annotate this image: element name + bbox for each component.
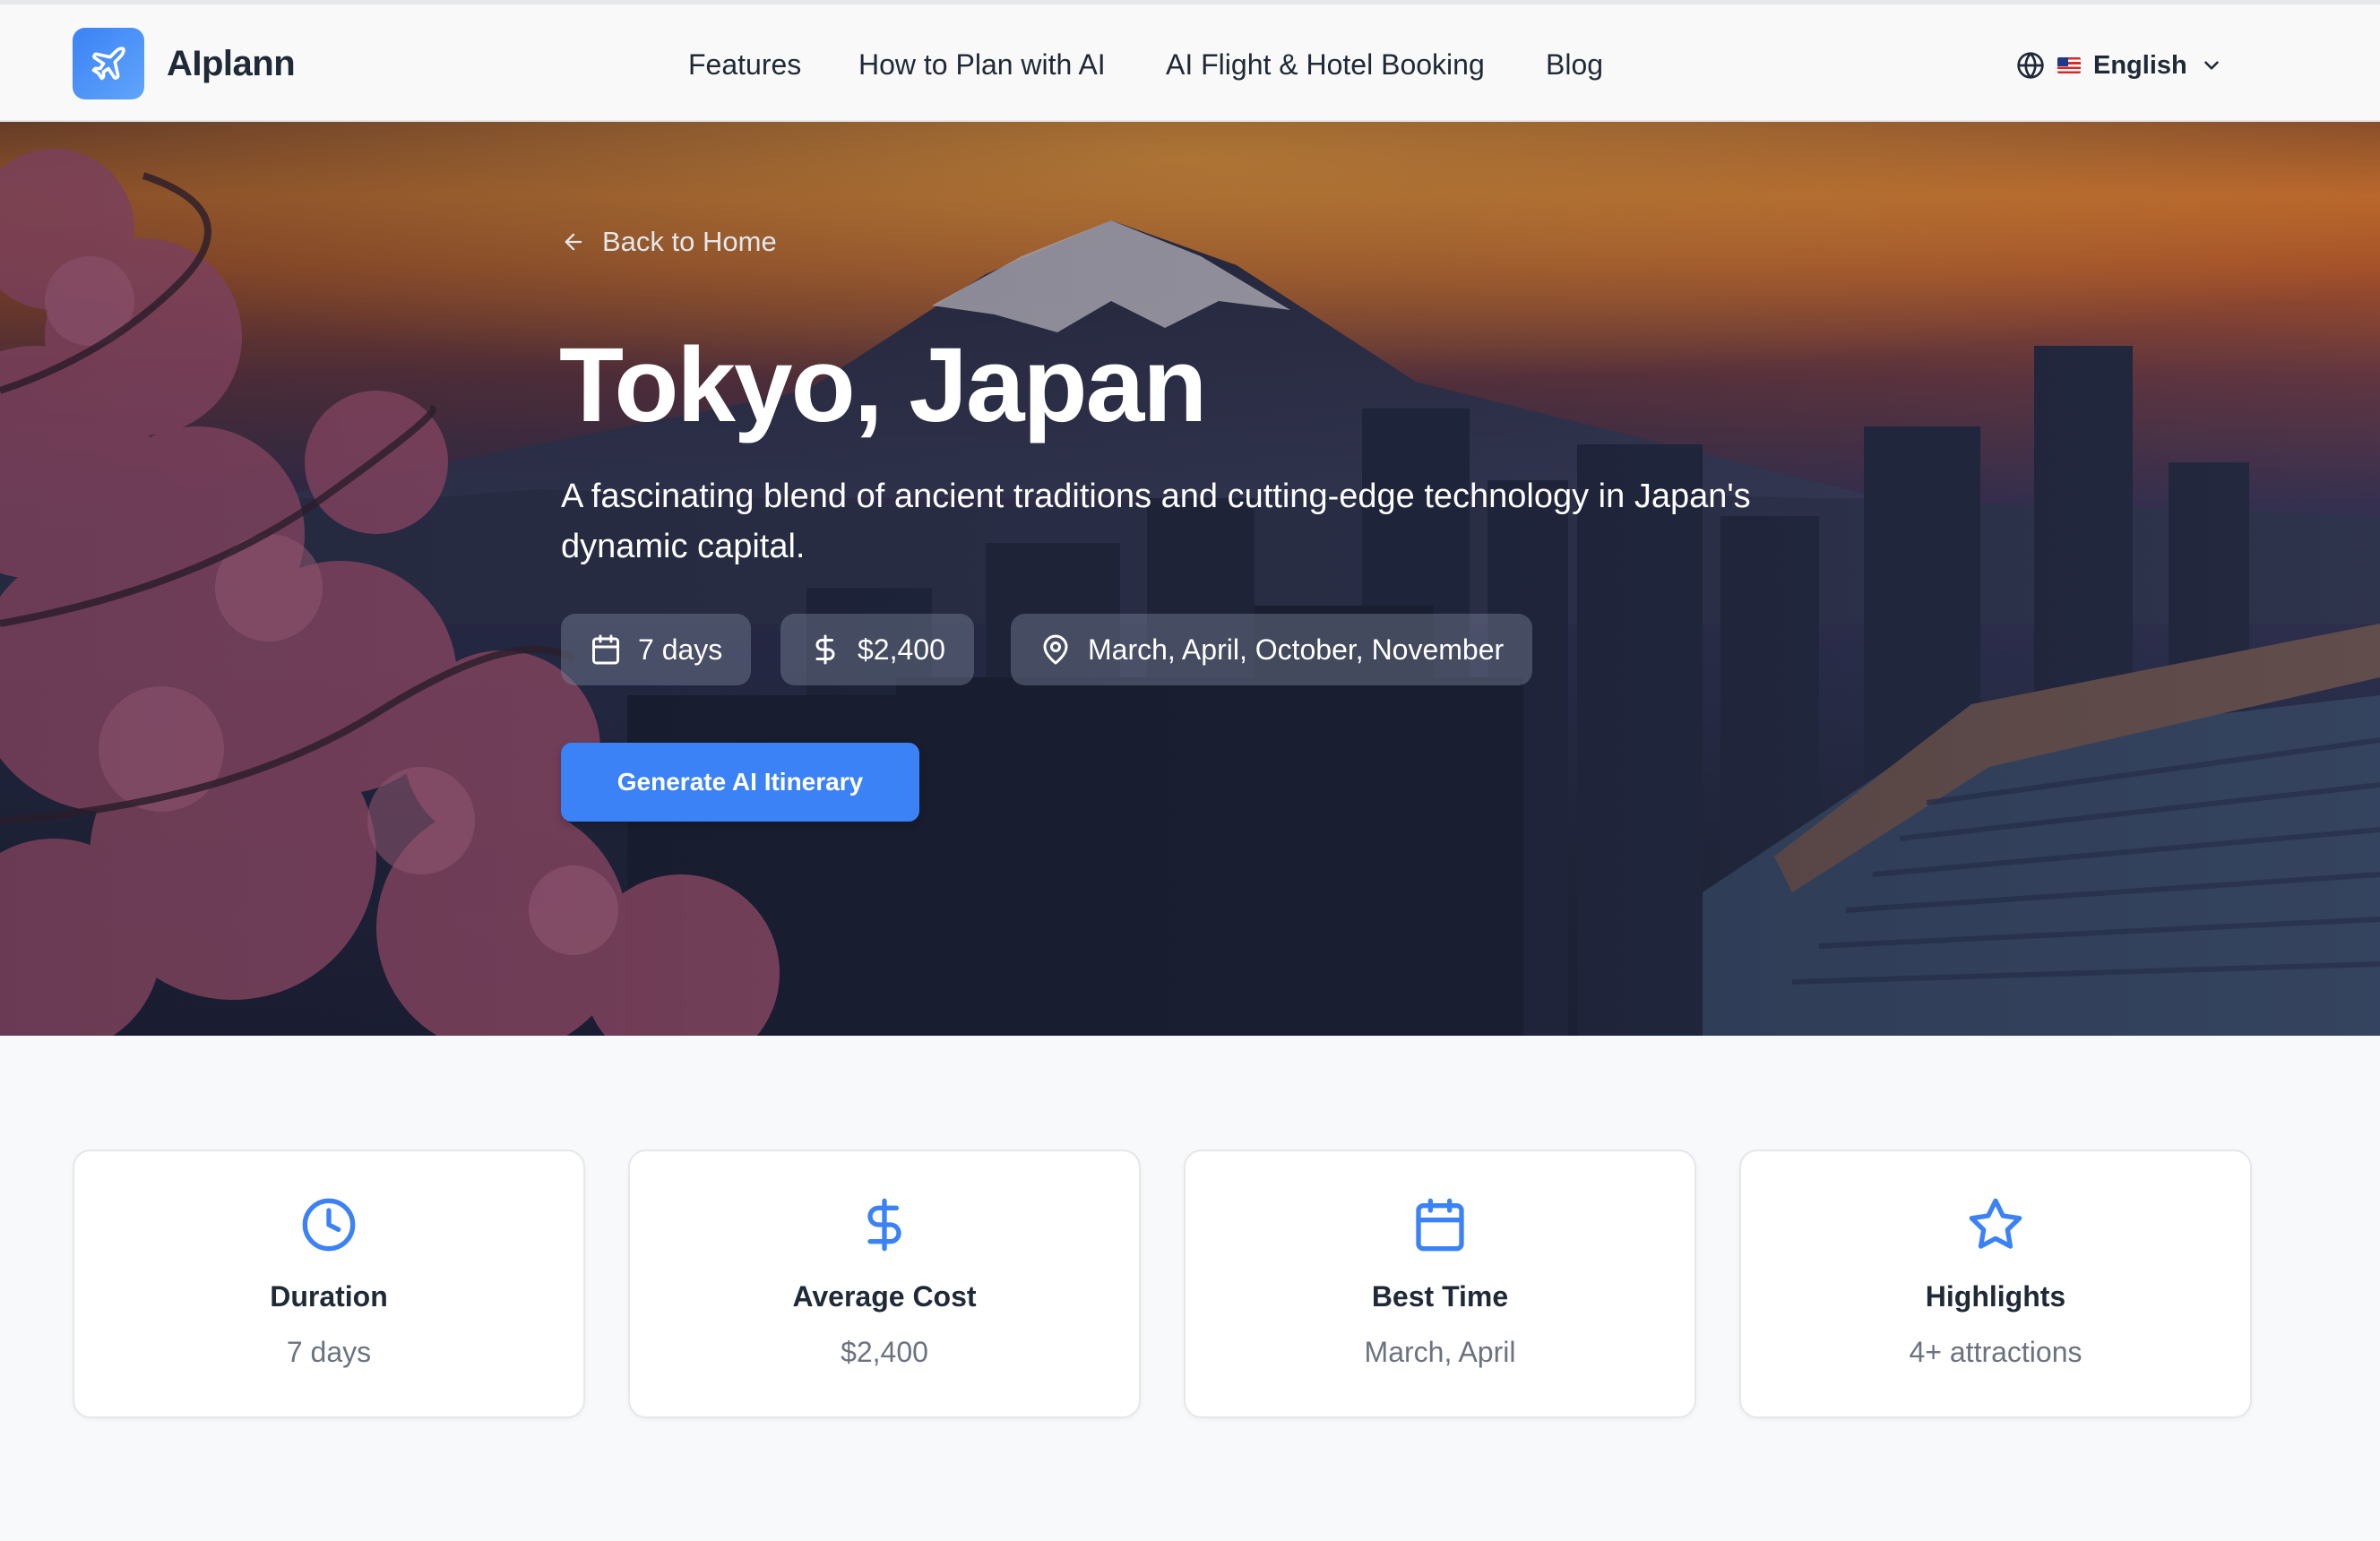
stat-card-highlights: Highlights 4+ attractions [1739, 1149, 2252, 1418]
stat-card-best-time: Best Time March, April [1184, 1149, 1696, 1418]
star-icon [1969, 1198, 2022, 1249]
hero-overlay [0, 122, 2380, 1036]
cost-chip: $2,400 [780, 614, 974, 685]
stat-value: 7 days [286, 1336, 372, 1368]
stat-title: Highlights [1925, 1280, 2066, 1313]
nav-link-features[interactable]: Features [688, 48, 801, 82]
stat-title: Best Time [1371, 1280, 1509, 1313]
destination-description: A fascinating blend of ancient tradition… [561, 478, 1751, 565]
stat-value: March, April [1364, 1336, 1516, 1368]
duration-chip: 7 days [561, 614, 752, 685]
nav-link-blog[interactable]: Blog [1546, 48, 1603, 82]
arrow-left-icon [565, 233, 582, 251]
nav-link-flight-hotel-booking[interactable]: AI Flight & Hotel Booking [1166, 48, 1485, 82]
page-title: Tokyo, Japan [559, 326, 1207, 444]
stat-title: Average Cost [792, 1280, 977, 1313]
clock-icon [302, 1198, 356, 1252]
hero-section: Back to Home Tokyo, Japan A fascinating … [0, 122, 2380, 1036]
nav-link-how-to-plan[interactable]: How to Plan with AI [858, 48, 1106, 82]
stat-title: Duration [270, 1280, 388, 1313]
map-pin-icon [1043, 634, 1068, 665]
calendar-icon [1416, 1198, 1464, 1252]
back-to-home-label: Back to Home [602, 226, 777, 257]
stat-value: 4+ attractions [1909, 1336, 2082, 1368]
dollar-icon [815, 634, 835, 665]
best-months-chip-label: March, April, October, November [1088, 633, 1505, 666]
cost-chip-label: $2,400 [858, 633, 945, 666]
stat-card-average-cost: Average Cost $2,400 [628, 1149, 1141, 1418]
back-to-home-link[interactable]: Back to Home [561, 226, 777, 258]
globe-icon [2017, 52, 2044, 79]
best-months-chip: March, April, October, November [1011, 614, 1533, 685]
language-selector[interactable]: English [2016, 47, 2223, 83]
duration-chip-label: 7 days [638, 633, 723, 666]
calendar-icon [592, 634, 619, 665]
top-navbar: AIplann Features How to Plan with AI AI … [0, 4, 2380, 122]
stat-value: $2,400 [841, 1336, 928, 1368]
dollar-icon [867, 1198, 901, 1252]
stat-card-duration: Duration 7 days [73, 1149, 585, 1418]
chevron-down-icon [2203, 61, 2219, 70]
language-label: English [2093, 50, 2187, 80]
us-flag-icon [2057, 57, 2081, 73]
generate-itinerary-button[interactable]: Generate AI Itinerary [561, 743, 919, 822]
